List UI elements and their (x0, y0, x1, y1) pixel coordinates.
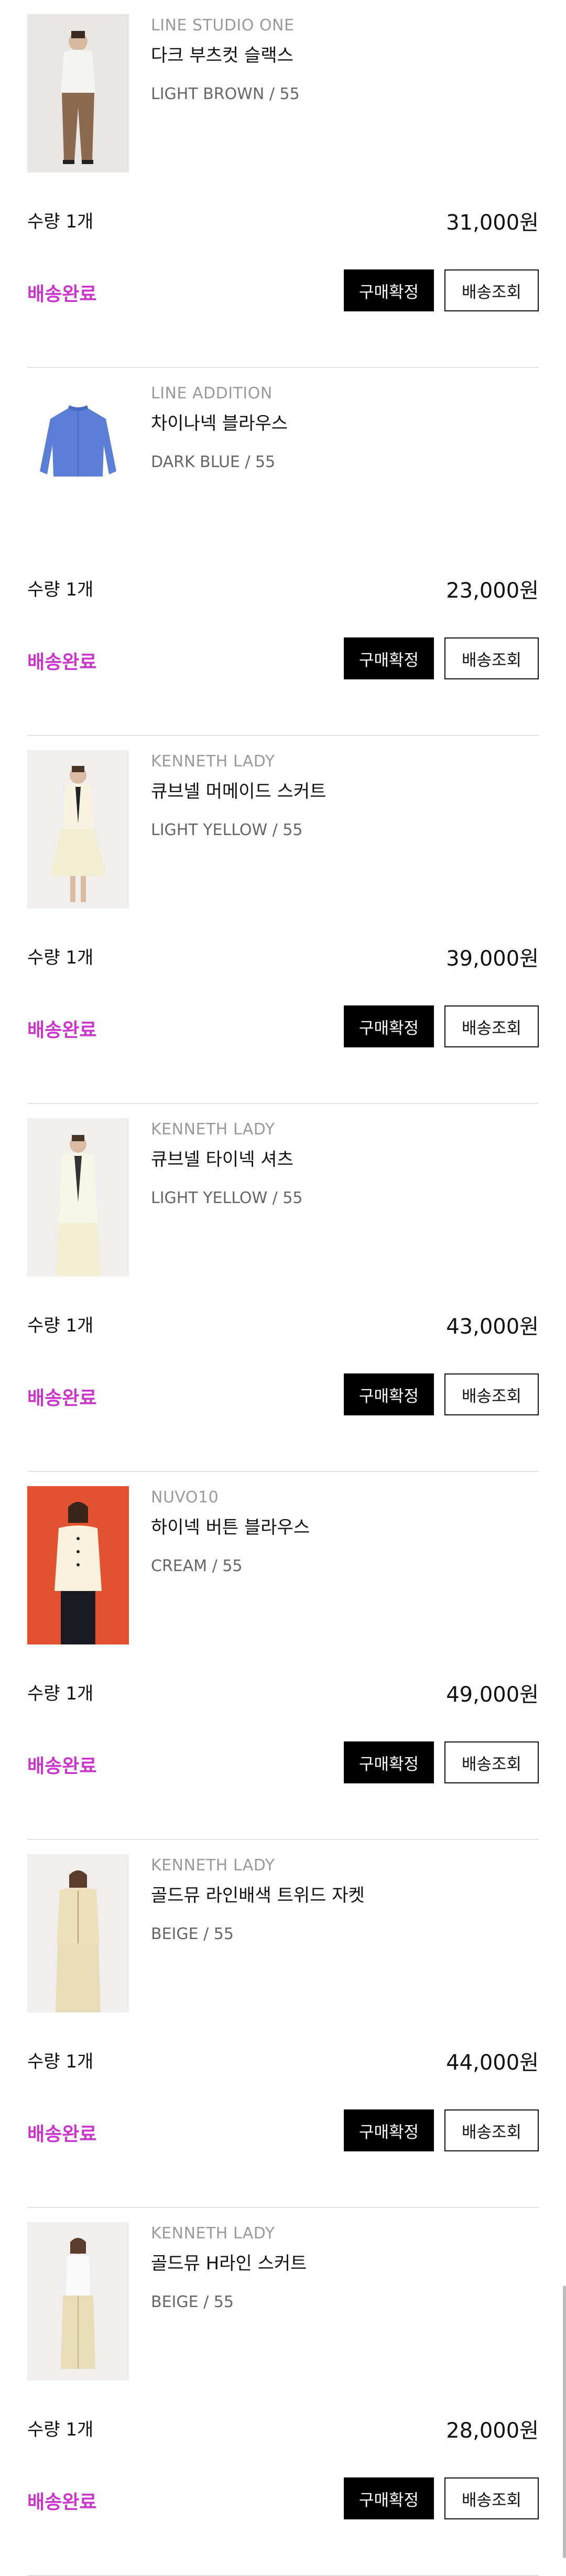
quantity-label: 수량 1개 (27, 1683, 94, 1704)
track-delivery-button[interactable]: 배송조회 (444, 1741, 539, 1783)
delivery-status: 배송완료 (27, 1020, 97, 1041)
delivery-status: 배송완료 (27, 652, 97, 673)
confirm-purchase-button[interactable]: 구매확정 (344, 637, 434, 679)
track-delivery-button[interactable]: 배송조회 (444, 269, 539, 311)
confirm-purchase-button[interactable]: 구매확정 (344, 1005, 434, 1047)
product-image[interactable] (27, 1118, 129, 1276)
quantity-label: 수량 1개 (27, 2419, 94, 2440)
confirm-purchase-button[interactable]: 구매확정 (344, 1741, 434, 1783)
order-item: KENNETH LADY 골드뮤 H라인 스커트 BEIGE / 55 수량 1… (27, 2208, 539, 2576)
product-image[interactable] (27, 1486, 129, 1644)
delivery-status: 배송완료 (27, 1756, 97, 1777)
confirm-purchase-button[interactable]: 구매확정 (344, 269, 434, 311)
track-delivery-button[interactable]: 배송조회 (444, 637, 539, 679)
product-brand: NUVO10 (151, 1488, 219, 1507)
product-image[interactable] (27, 382, 129, 540)
product-option: BEIGE / 55 (151, 2293, 234, 2311)
track-delivery-button[interactable]: 배송조회 (444, 2477, 539, 2519)
delivery-status: 배송완료 (27, 2124, 97, 2145)
confirm-purchase-button[interactable]: 구매확정 (344, 1373, 434, 1415)
product-name[interactable]: 골드뮤 라인배색 트위드 자켓 (151, 1881, 365, 1907)
product-brand: KENNETH LADY (151, 2224, 275, 2243)
product-option: BEIGE / 55 (151, 1925, 234, 1943)
confirm-purchase-button[interactable]: 구매확정 (344, 2477, 434, 2519)
price-label: 31,000원 (446, 211, 539, 235)
price-label: 23,000원 (446, 579, 539, 603)
product-option: CREAM / 55 (151, 1557, 243, 1575)
order-item: LINE ADDITION 차이나넥 블라우스 DARK BLUE / 55 수… (27, 368, 539, 736)
track-delivery-button[interactable]: 배송조회 (444, 1005, 539, 1047)
order-item: KENNETH LADY 골드뮤 라인배색 트위드 자켓 BEIGE / 55 … (27, 1840, 539, 2208)
product-image[interactable] (27, 750, 129, 908)
price-label: 43,000원 (446, 1315, 539, 1339)
confirm-purchase-button[interactable]: 구매확정 (344, 2109, 434, 2151)
price-label: 28,000원 (446, 2419, 539, 2443)
product-brand: LINE STUDIO ONE (151, 16, 295, 35)
product-name[interactable]: 차이나넥 블라우스 (151, 409, 288, 435)
product-option: LIGHT YELLOW / 55 (151, 1189, 303, 1207)
order-item: NUVO10 하이넥 버튼 블라우스 CREAM / 55 수량 1개 49,0… (27, 1472, 539, 1840)
scrollbar[interactable] (563, 2286, 566, 2558)
delivery-status: 배송완료 (27, 284, 97, 305)
product-image[interactable] (27, 14, 129, 172)
quantity-label: 수량 1개 (27, 579, 94, 600)
track-delivery-button[interactable]: 배송조회 (444, 1373, 539, 1415)
delivery-status: 배송완료 (27, 1388, 97, 1409)
price-label: 39,000원 (446, 947, 539, 971)
product-brand: KENNETH LADY (151, 1120, 275, 1139)
product-brand: KENNETH LADY (151, 1856, 275, 1875)
price-label: 44,000원 (446, 2051, 539, 2075)
order-item: LINE STUDIO ONE 다크 부츠컷 슬랙스 LIGHT BROWN /… (27, 0, 539, 368)
track-delivery-button[interactable]: 배송조회 (444, 2109, 539, 2151)
product-name[interactable]: 하이넥 버튼 블라우스 (151, 1513, 310, 1539)
product-option: LIGHT BROWN / 55 (151, 85, 300, 103)
product-name[interactable]: 골드뮤 H라인 스커트 (151, 2249, 307, 2275)
product-brand: KENNETH LADY (151, 752, 275, 771)
product-image[interactable] (27, 2222, 129, 2380)
product-brand: LINE ADDITION (151, 384, 273, 403)
price-label: 49,000원 (446, 1683, 539, 1707)
product-name[interactable]: 다크 부츠컷 슬랙스 (151, 41, 293, 67)
product-option: LIGHT YELLOW / 55 (151, 821, 303, 839)
product-option: DARK BLUE / 55 (151, 453, 276, 471)
product-name[interactable]: 큐브넬 타이넥 셔츠 (151, 1145, 293, 1171)
quantity-label: 수량 1개 (27, 1315, 94, 1336)
delivery-status: 배송완료 (27, 2492, 97, 2513)
quantity-label: 수량 1개 (27, 211, 94, 232)
quantity-label: 수량 1개 (27, 2051, 94, 2072)
order-item: KENNETH LADY 큐브넬 타이넥 셔츠 LIGHT YELLOW / 5… (27, 1104, 539, 1472)
order-item: KENNETH LADY 큐브넬 머메이드 스커트 LIGHT YELLOW /… (27, 736, 539, 1104)
product-image[interactable] (27, 1854, 129, 2012)
quantity-label: 수량 1개 (27, 947, 94, 968)
product-name[interactable]: 큐브넬 머메이드 스커트 (151, 777, 326, 803)
